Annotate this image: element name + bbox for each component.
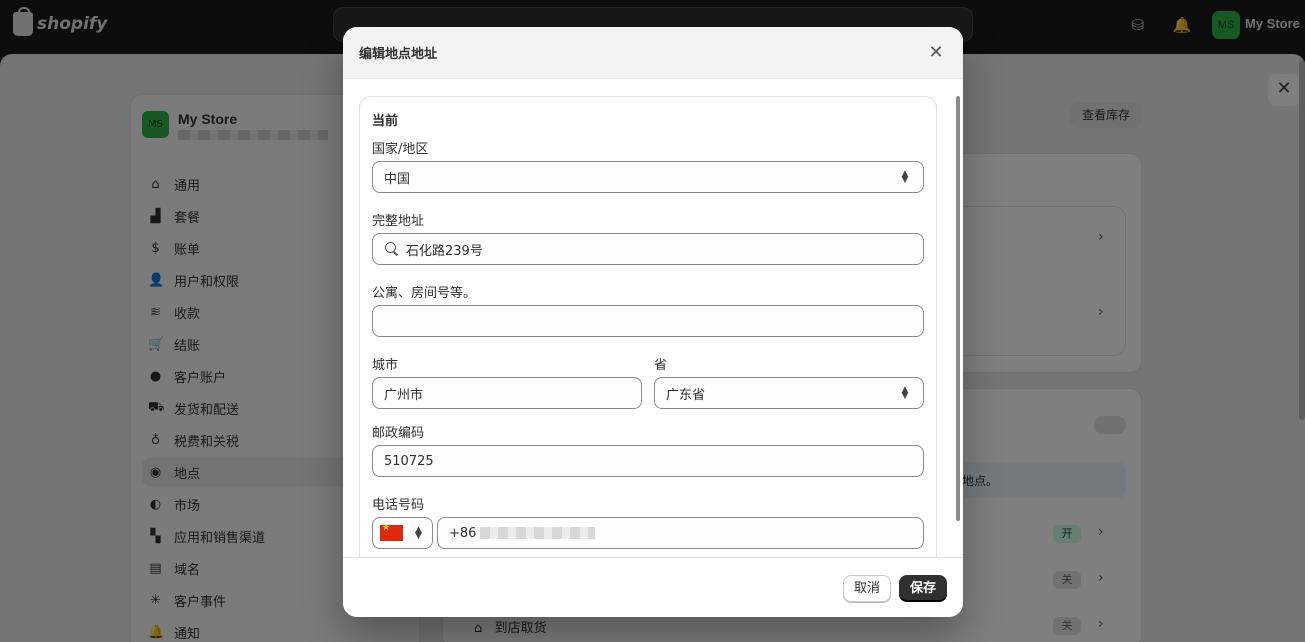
cancel-button[interactable]: 取消 bbox=[843, 575, 891, 602]
city-label: 城市 bbox=[372, 358, 399, 373]
section-title: 当前 bbox=[372, 114, 399, 129]
postal-code-value: 510725 bbox=[384, 453, 434, 469]
address-label: 完整地址 bbox=[372, 214, 425, 229]
country-select[interactable]: 中国 ▲ ▼ bbox=[372, 161, 924, 193]
search-icon bbox=[384, 241, 400, 257]
dialog-title: 编辑地点地址 bbox=[359, 47, 438, 62]
postal-code-input[interactable]: 510725 bbox=[372, 445, 924, 477]
select-arrows-icon: ▲ ▼ bbox=[414, 525, 422, 541]
city-input[interactable]: 广州市 bbox=[372, 377, 642, 409]
address-search-input[interactable]: 石化路239号 bbox=[372, 233, 924, 265]
close-icon[interactable]: ✕ bbox=[925, 42, 947, 64]
phone-country-select[interactable]: ▲▼ bbox=[372, 517, 433, 549]
dialog-footer: 取消 保存 bbox=[343, 557, 963, 617]
dialog-header: 编辑地点地址 ✕ bbox=[343, 27, 963, 79]
address-value: 石化路239号 bbox=[406, 243, 483, 259]
save-button[interactable]: 保存 bbox=[899, 575, 947, 602]
country-label: 国家/地区 bbox=[372, 142, 429, 157]
apartment-label: 公寓、房间号等。 bbox=[372, 286, 477, 301]
scrollbar-thumb[interactable] bbox=[956, 96, 960, 521]
select-arrows-icon: ▲ ▼ bbox=[901, 385, 909, 401]
china-flag-icon bbox=[380, 523, 403, 541]
phone-number-redacted bbox=[480, 527, 596, 539]
dialog-scrollbar[interactable] bbox=[956, 92, 960, 522]
select-arrows-icon: ▲ ▼ bbox=[901, 169, 909, 185]
postal-code-label: 邮政编码 bbox=[372, 426, 425, 441]
province-select[interactable]: 广东省 ▲ ▼ bbox=[654, 377, 924, 409]
edit-location-address-dialog: 编辑地点地址 ✕ 当前 国家/地区 中国 ▲ ▼ 完整地址 石化路239号 公寓、… bbox=[343, 27, 963, 617]
phone-label: 电话号码 bbox=[372, 498, 425, 513]
province-label: 省 bbox=[654, 358, 668, 373]
apartment-input[interactable] bbox=[372, 305, 924, 337]
phone-input[interactable]: +86 bbox=[437, 517, 924, 549]
country-value: 中国 bbox=[384, 171, 411, 187]
dialog-body: 当前 国家/地区 中国 ▲ ▼ 完整地址 石化路239号 公寓、房间号等。 城市 … bbox=[343, 80, 963, 557]
city-value: 广州市 bbox=[384, 387, 424, 403]
province-value: 广东省 bbox=[666, 387, 706, 403]
phone-prefix: +86 bbox=[449, 525, 477, 541]
